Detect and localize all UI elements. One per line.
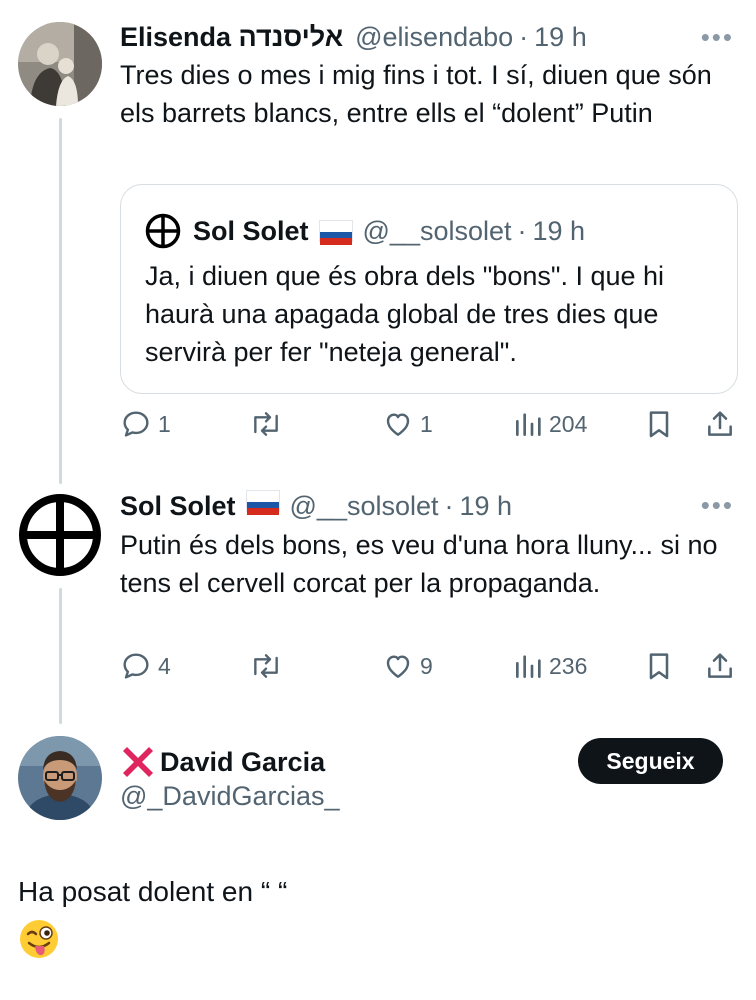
share-icon (708, 653, 732, 678)
avatar-photo (18, 736, 102, 820)
russia-flag-icon (318, 220, 353, 245)
author-name[interactable]: David Garcia (160, 747, 325, 778)
share-button[interactable] (704, 650, 736, 682)
share-icon (708, 411, 732, 436)
quote-author-handle[interactable]: @__solsolet (363, 216, 512, 247)
author-handle[interactable]: @__solsolet (290, 491, 439, 522)
tweet-header: Elisenda אליסנדה @elisendabo · 19 h (120, 22, 587, 53)
avatar[interactable] (18, 493, 102, 577)
tweet-text: Ha posat dolent en “ “ (18, 876, 288, 907)
share-button[interactable] (704, 408, 736, 440)
reply-button[interactable]: 1 (120, 408, 171, 440)
avatar[interactable] (18, 736, 102, 820)
like-button[interactable]: 9 (382, 650, 433, 682)
follow-button[interactable]: Segueix (578, 738, 723, 784)
heart-icon (386, 413, 410, 436)
heart-icon (386, 655, 410, 678)
avatar[interactable] (18, 22, 102, 106)
more-options-icon[interactable]: ••• (701, 490, 734, 521)
views-icon (516, 413, 541, 436)
tweet-header: ❌ David Garcia (118, 742, 325, 782)
author-name[interactable]: Sol Solet (120, 491, 236, 522)
author-handle[interactable]: @elisendabo (355, 22, 513, 53)
russia-flag-icon (245, 490, 280, 515)
like-count: 1 (420, 410, 433, 437)
reply-button[interactable]: 4 (120, 650, 171, 682)
tweet-text: Putin és dels bons, es veu d'una hora ll… (120, 530, 718, 598)
views-count: 204 (549, 410, 588, 437)
avatar-photo (18, 22, 102, 106)
quote-timestamp[interactable]: 19 h (533, 216, 586, 247)
bookmark-button[interactable] (644, 650, 674, 682)
repost-icon (254, 412, 278, 436)
avatar-circle-cross-icon (19, 494, 101, 576)
bookmark-button[interactable] (644, 408, 674, 440)
reply-count: 1 (158, 410, 171, 437)
separator-dot: · (517, 215, 527, 246)
more-options-icon[interactable]: ••• (701, 22, 734, 53)
views-count: 236 (549, 652, 588, 679)
author-handle[interactable]: @_DavidGarcias_ (120, 781, 340, 812)
tweet-actions: 4 9 236 (120, 650, 740, 690)
quoted-tweet[interactable]: Sol Solet @__solsolet · 19 h Ja, i diuen… (120, 184, 738, 394)
separator-dot: · (444, 491, 454, 521)
tweet-text: Tres dies o mes i mig fins i tot. I sí, … (120, 60, 712, 128)
quote-text: Ja, i diuen que és obra dels "bons". I q… (145, 261, 665, 367)
thread-line (59, 118, 62, 484)
quote-header: Sol Solet @__solsolet · 19 h (145, 213, 585, 249)
cross-mark-icon (118, 742, 158, 782)
like-count: 9 (420, 652, 433, 679)
reply-icon (123, 653, 149, 679)
tweet-actions: 1 1 204 (120, 408, 740, 448)
bookmark-icon (649, 653, 669, 680)
reply-icon (123, 411, 149, 437)
views-button[interactable]: 204 (513, 408, 587, 440)
repost-icon (254, 654, 278, 678)
views-button[interactable]: 236 (513, 650, 587, 682)
separator-dot: · (519, 22, 529, 52)
repost-button[interactable] (248, 650, 290, 682)
timestamp[interactable]: 19 h (534, 22, 587, 53)
author-name[interactable]: Elisenda אליסנדה (120, 22, 343, 53)
tweet-header: Sol Solet @__solsolet · 19 h (120, 490, 512, 522)
reply-count: 4 (158, 652, 171, 679)
timestamp[interactable]: 19 h (460, 491, 513, 522)
thread-line (59, 588, 62, 724)
views-icon (516, 655, 541, 678)
avatar-circle-cross-icon (145, 213, 181, 249)
repost-button[interactable] (248, 408, 290, 440)
like-button[interactable]: 1 (382, 408, 433, 440)
bookmark-icon (649, 411, 669, 438)
quote-author-name[interactable]: Sol Solet (193, 216, 309, 247)
winking-tongue-emoji: 😜 (18, 918, 60, 960)
